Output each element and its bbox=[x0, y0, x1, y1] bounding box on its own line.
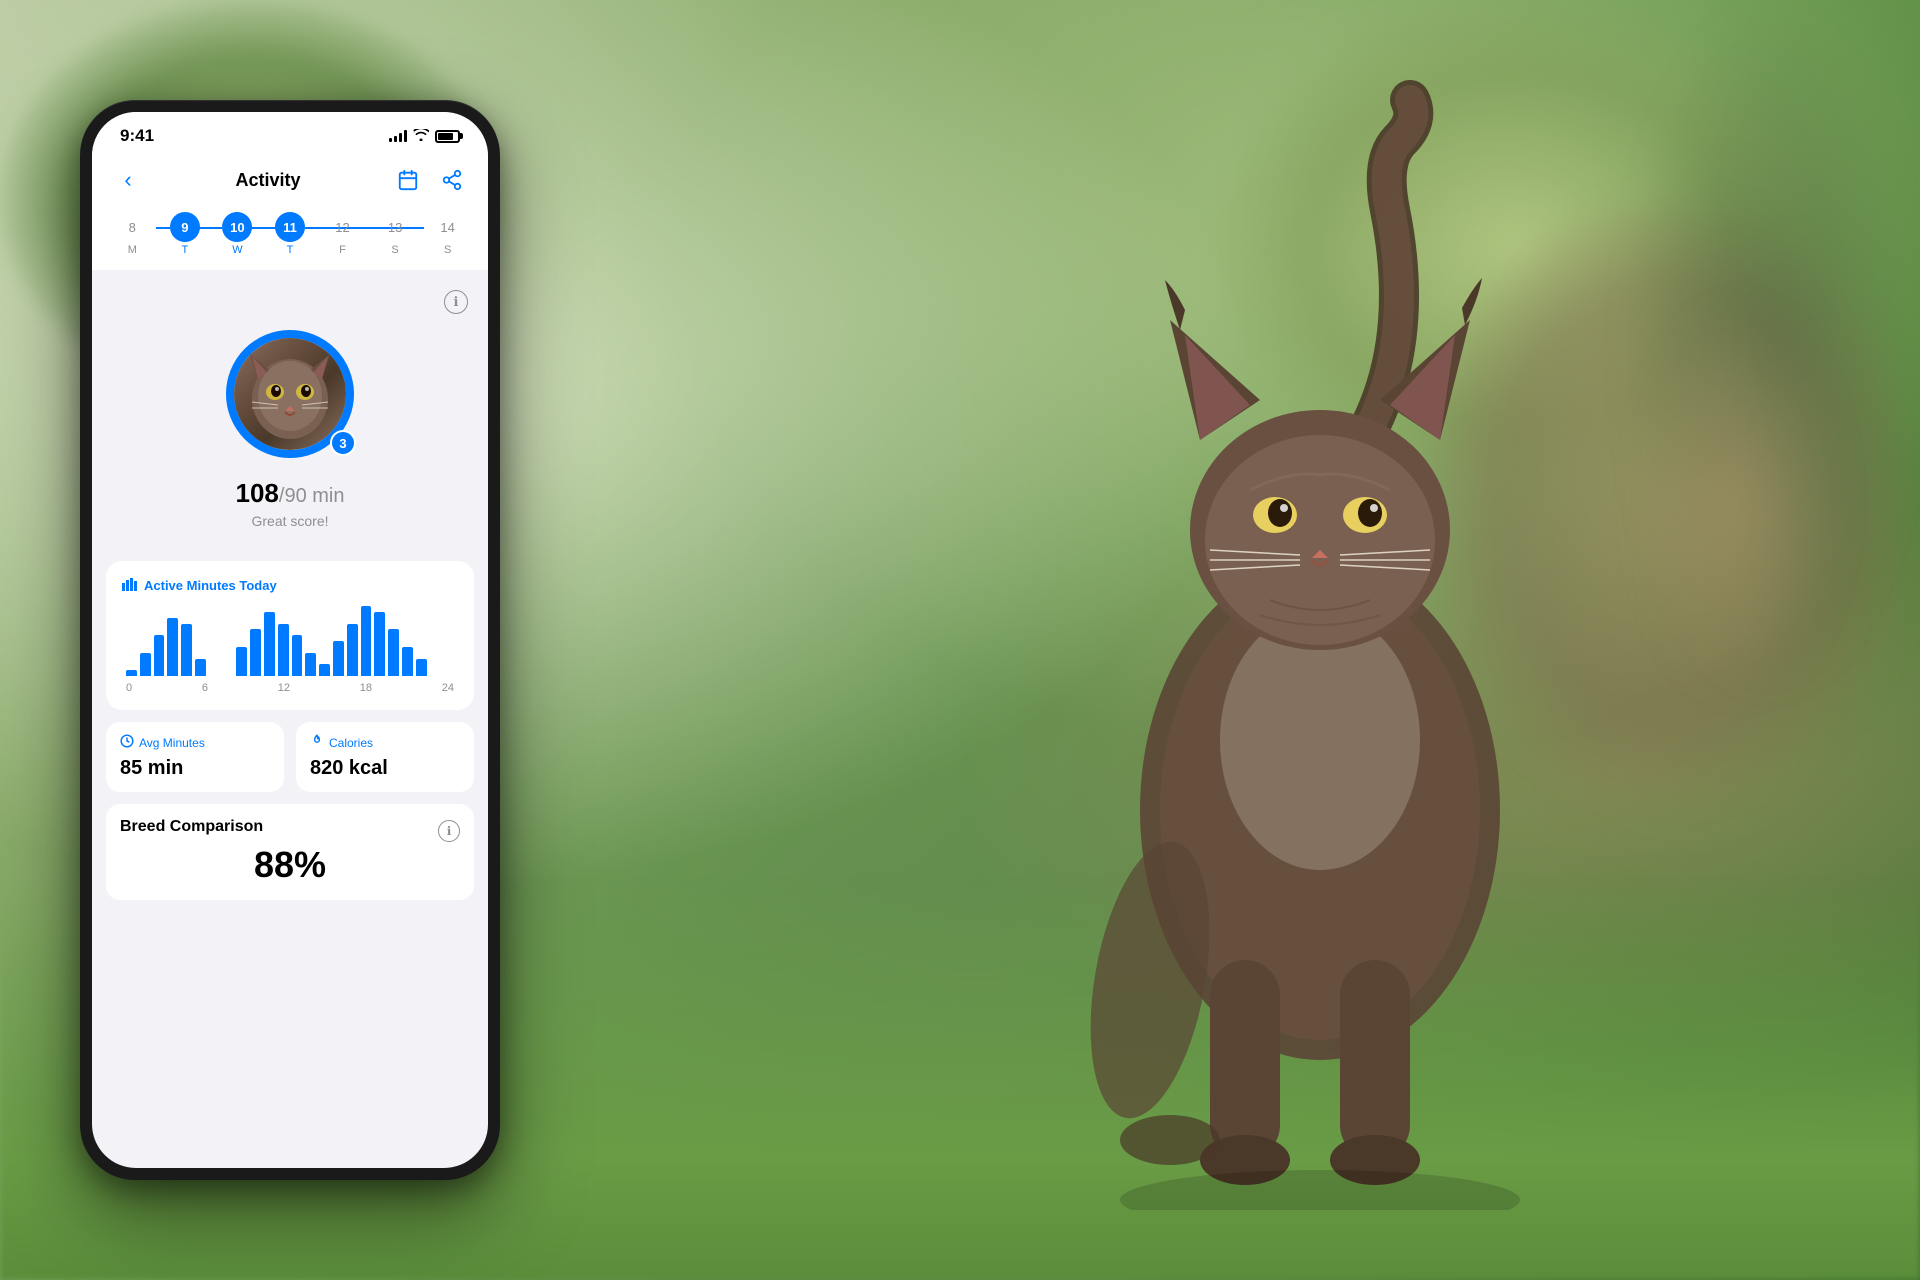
chart-x-labels: 0 6 12 18 24 bbox=[122, 682, 458, 694]
pet-avatar bbox=[234, 338, 346, 450]
date-num-14: 14 bbox=[433, 212, 463, 242]
avg-minutes-header: Avg Minutes bbox=[120, 734, 270, 751]
bar-item bbox=[292, 635, 303, 676]
bar-item bbox=[374, 612, 385, 676]
chart-label-18: 18 bbox=[360, 682, 372, 694]
score-section: ℹ bbox=[92, 270, 488, 549]
bar-item bbox=[264, 612, 275, 676]
bar-item bbox=[236, 647, 247, 676]
date-day-sun: S bbox=[444, 244, 451, 256]
share-button[interactable] bbox=[436, 164, 468, 196]
stats-row: Avg Minutes 85 min Calories 820 kcal bbox=[106, 722, 474, 792]
status-bar: 9:41 bbox=[92, 112, 488, 154]
bar-item bbox=[140, 653, 151, 676]
bar-item bbox=[361, 606, 372, 676]
bar-item bbox=[402, 647, 413, 676]
date-item-thu[interactable]: 11 T bbox=[270, 212, 310, 256]
back-button[interactable]: ‹ bbox=[112, 164, 144, 196]
date-item-fri[interactable]: 12 F bbox=[323, 212, 363, 256]
date-num-9: 9 bbox=[170, 212, 200, 242]
date-selector: 8 M 9 T 10 W 11 T bbox=[92, 206, 488, 270]
score-goal: /90 min bbox=[279, 485, 345, 507]
score-display: 108/90 min bbox=[236, 478, 345, 509]
calendar-button[interactable] bbox=[392, 164, 424, 196]
header-actions bbox=[392, 164, 468, 196]
pet-activity-ring: 3 bbox=[220, 324, 360, 464]
activity-bar-chart bbox=[122, 606, 458, 676]
back-chevron-icon: ‹ bbox=[124, 167, 131, 193]
phone-screen: 9:41 ‹ Activity bbox=[92, 112, 488, 1168]
wifi-icon bbox=[413, 129, 429, 144]
signal-icon bbox=[389, 130, 407, 142]
phone-wrapper: 9:41 ‹ Activity bbox=[80, 100, 500, 1180]
page-title: Activity bbox=[235, 170, 300, 191]
date-day-wed: W bbox=[232, 244, 242, 256]
score-label: Great score! bbox=[251, 513, 328, 529]
date-day-fri: F bbox=[339, 244, 346, 256]
bar-item bbox=[333, 641, 344, 676]
chart-label-6: 6 bbox=[202, 682, 208, 694]
date-day-sat: S bbox=[391, 244, 398, 256]
bar-item bbox=[388, 629, 399, 676]
battery-icon bbox=[435, 130, 460, 143]
score-info-button[interactable]: ℹ bbox=[444, 290, 468, 314]
date-day-tue: T bbox=[181, 244, 188, 256]
date-num-11: 11 bbox=[275, 212, 305, 242]
phone-outer: 9:41 ‹ Activity bbox=[80, 100, 500, 1180]
date-num-8: 8 bbox=[117, 212, 147, 242]
cat-illustration bbox=[970, 60, 1720, 1210]
calories-card: Calories 820 kcal bbox=[296, 722, 474, 792]
calories-value: 820 kcal bbox=[310, 757, 460, 780]
active-minutes-title: Active Minutes Today bbox=[144, 578, 277, 593]
date-item-sun[interactable]: 14 S bbox=[428, 212, 468, 256]
chart-label-12: 12 bbox=[278, 682, 290, 694]
active-minutes-card: Active Minutes Today 0 6 12 18 24 bbox=[106, 561, 474, 710]
bar-item bbox=[126, 670, 137, 676]
chart-label-24: 24 bbox=[442, 682, 454, 694]
date-item-wed[interactable]: 10 W bbox=[217, 212, 257, 256]
date-item-sat[interactable]: 13 S bbox=[375, 212, 415, 256]
bar-item bbox=[195, 659, 206, 677]
bar-item bbox=[250, 629, 261, 676]
clock-icon bbox=[120, 734, 134, 751]
bar-item bbox=[167, 618, 178, 676]
bar-item bbox=[305, 653, 316, 676]
date-item-mon[interactable]: 8 M bbox=[112, 212, 152, 256]
breed-info-button[interactable]: ℹ bbox=[438, 820, 460, 842]
bar-chart-icon bbox=[122, 577, 138, 594]
bar-item bbox=[416, 659, 427, 677]
score-value: 108 bbox=[236, 478, 279, 508]
bar-item bbox=[181, 624, 192, 677]
app-header: ‹ Activity bbox=[92, 154, 488, 206]
avg-minutes-card: Avg Minutes 85 min bbox=[106, 722, 284, 792]
calories-label: Calories bbox=[329, 736, 373, 750]
avg-minutes-value: 85 min bbox=[120, 757, 270, 780]
status-time: 9:41 bbox=[120, 126, 154, 146]
bar-item bbox=[347, 624, 358, 677]
date-num-13: 13 bbox=[380, 212, 410, 242]
date-num-12: 12 bbox=[328, 212, 358, 242]
calories-header: Calories bbox=[310, 734, 460, 751]
date-num-10: 10 bbox=[222, 212, 252, 242]
breed-percentage: 88% bbox=[120, 844, 460, 886]
score-badge: 3 bbox=[330, 430, 356, 456]
date-item-tue[interactable]: 9 T bbox=[165, 212, 205, 256]
avg-minutes-label: Avg Minutes bbox=[139, 736, 205, 750]
fire-icon bbox=[310, 734, 324, 751]
card-title-row: Active Minutes Today bbox=[122, 577, 458, 594]
date-day-thu: T bbox=[287, 244, 294, 256]
breed-comparison-title: Breed Comparison bbox=[120, 818, 263, 836]
bar-item bbox=[319, 664, 330, 676]
bar-item bbox=[154, 635, 165, 676]
date-day-mon: M bbox=[128, 244, 137, 256]
chart-label-0: 0 bbox=[126, 682, 132, 694]
status-icons bbox=[389, 129, 460, 144]
bar-item bbox=[278, 624, 289, 677]
breed-comparison-section: Breed Comparison ℹ 88% bbox=[106, 804, 474, 900]
